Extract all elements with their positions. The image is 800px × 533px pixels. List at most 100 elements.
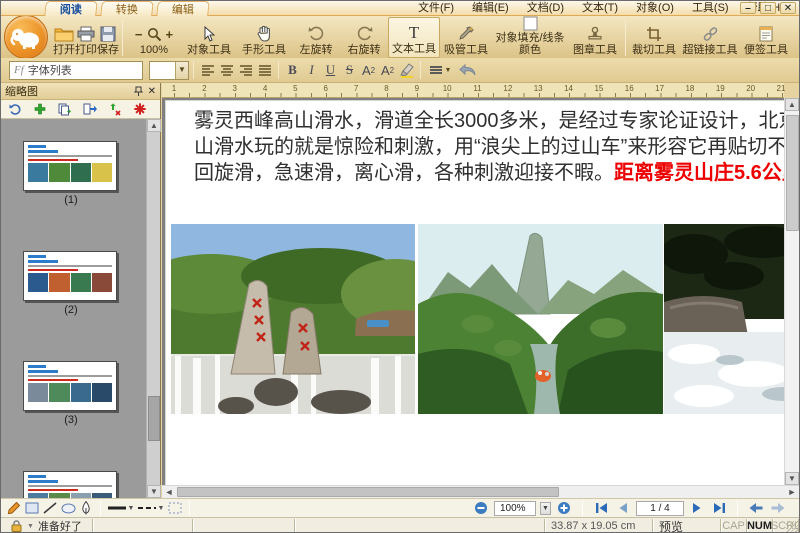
maximize-button[interactable]: □	[760, 2, 776, 14]
note-tool-button[interactable]: 便签工具	[741, 17, 791, 58]
chevron-down-icon[interactable]: ▼	[27, 523, 34, 530]
zoom-in-button[interactable]: +	[166, 29, 174, 41]
rectangle-tool-icon[interactable]	[23, 500, 41, 516]
thumbnail-page-preview[interactable]	[23, 361, 117, 411]
align-right-button[interactable]	[236, 61, 255, 80]
back-view-button[interactable]	[747, 500, 765, 516]
menu-item[interactable]: 编辑(E)	[463, 1, 518, 16]
font-list-combobox[interactable]: Ff 字体列表	[9, 61, 143, 80]
stamp-tool-button[interactable]: 图章工具	[568, 17, 622, 58]
thumbnail-scrollbar[interactable]: ▲ ▼	[146, 119, 160, 498]
strikethrough-button[interactable]: S	[340, 61, 359, 80]
object-tool-button[interactable]: 对象工具	[182, 17, 236, 58]
crop-tool-button[interactable]: 裁切工具	[629, 17, 679, 58]
add-page-icon[interactable]	[31, 101, 49, 117]
minimize-button[interactable]: –	[740, 2, 756, 14]
thumbnail-page-preview[interactable]	[23, 141, 117, 191]
copy-page-icon[interactable]	[56, 101, 74, 117]
menu-item[interactable]: 对象(O)	[627, 1, 683, 16]
page-indicator-box[interactable]: 1 / 4	[636, 501, 684, 516]
close-button[interactable]: ✕	[780, 2, 796, 14]
open-button[interactable]: 打开	[53, 17, 75, 58]
delete-page-icon[interactable]	[131, 101, 149, 117]
pen-tool-icon[interactable]	[77, 500, 95, 516]
last-page-button[interactable]	[710, 500, 728, 516]
thumbnail-item[interactable]: (3)	[23, 361, 119, 426]
document-viewport[interactable]: 雾灵西峰高山滑水，滑道全长3000多米，是经过专家论证设计，北京地区 山滑水玩的…	[162, 98, 784, 485]
first-page-button[interactable]	[592, 500, 610, 516]
menu-item[interactable]: 文档(D)	[518, 1, 573, 16]
fill-line-color-button[interactable]: 对象填充/线条 颜色	[492, 17, 568, 58]
document-text[interactable]: 雾灵西峰高山滑水，滑道全长3000多米，是经过专家论证设计，北京地区 山滑水玩的…	[194, 108, 784, 186]
thumbnail-page-preview[interactable]	[23, 251, 117, 301]
hyperlink-tool-button[interactable]: 超链接工具	[679, 17, 741, 58]
thumbnail-item[interactable]	[23, 471, 119, 498]
scroll-left-icon[interactable]: ◄	[162, 486, 176, 498]
align-center-button[interactable]	[217, 61, 236, 80]
replace-page-icon[interactable]	[106, 101, 124, 117]
prev-page-button[interactable]	[614, 500, 632, 516]
forward-view-button[interactable]	[769, 500, 787, 516]
align-justify-button[interactable]	[255, 61, 274, 80]
tab-edit[interactable]: 编辑	[156, 1, 210, 16]
hand-tool-button[interactable]: 手形工具	[236, 17, 292, 58]
photo-rocks-waterfall[interactable]	[171, 224, 415, 414]
tab-convert[interactable]: 转换	[100, 1, 154, 16]
menu-item[interactable]: 文本(T)	[573, 1, 627, 16]
vertical-scrollbar[interactable]: ▲ ▼	[784, 98, 799, 485]
save-button[interactable]: 保存	[97, 17, 119, 58]
scroll-right-icon[interactable]: ►	[785, 486, 799, 498]
photo-whitewater-raft[interactable]	[664, 224, 784, 414]
chevron-down-icon[interactable]: ▼	[175, 62, 188, 79]
superscript-button[interactable]: A2	[359, 61, 378, 80]
pencil-tool-icon[interactable]	[5, 500, 23, 516]
export-page-icon[interactable]	[81, 101, 99, 117]
line-style-dropdown[interactable]: ▼	[425, 61, 455, 80]
align-left-button[interactable]	[198, 61, 217, 80]
scrollbar-thumb[interactable]	[786, 115, 799, 231]
rotate-right-button[interactable]: 右旋转	[340, 17, 388, 58]
eyedropper-tool-button[interactable]: 吸管工具	[440, 17, 492, 58]
horizontal-scrollbar[interactable]: ◄ ►	[162, 485, 799, 498]
scroll-down-icon[interactable]: ▼	[147, 485, 161, 498]
line-tool-icon[interactable]	[41, 500, 59, 516]
chevron-down-icon[interactable]: ▼	[540, 502, 551, 515]
scrollbar-thumb[interactable]	[177, 487, 559, 497]
app-logo-elephant-icon[interactable]	[4, 16, 48, 58]
rotate-page-icon[interactable]	[6, 101, 24, 117]
undo-button[interactable]	[455, 61, 481, 80]
ellipse-tool-icon[interactable]	[59, 500, 77, 516]
font-size-combobox[interactable]: ▼	[149, 61, 189, 80]
rotate-left-button[interactable]: 左旋转	[292, 17, 340, 58]
zoom-value-box[interactable]: 100%	[494, 501, 536, 516]
resize-grip[interactable]	[786, 521, 799, 533]
italic-button[interactable]: I	[302, 61, 321, 80]
marquee-select-icon[interactable]	[166, 500, 184, 516]
preview-mode-cell[interactable]: 预览	[653, 519, 721, 533]
menu-item[interactable]: 工具(S)	[683, 1, 738, 16]
scroll-up-icon[interactable]: ▲	[147, 119, 161, 132]
panel-close-icon[interactable]: ✕	[148, 86, 156, 97]
zoom-out-button[interactable]: −	[135, 29, 143, 41]
scroll-down-icon[interactable]: ▼	[785, 472, 799, 485]
highlighter-button[interactable]	[397, 61, 416, 80]
subscript-button[interactable]: A2	[378, 61, 397, 80]
next-page-button[interactable]	[688, 500, 706, 516]
zoom-in-button[interactable]	[555, 500, 573, 516]
menu-item[interactable]: 文件(F)	[409, 1, 463, 16]
line-width-dropdown[interactable]: ▼	[106, 500, 136, 516]
print-button[interactable]: 打印	[75, 17, 97, 58]
underline-button[interactable]: U	[321, 61, 340, 80]
text-tool-button[interactable]: T 文本工具	[388, 17, 440, 58]
scrollbar-thumb[interactable]	[148, 396, 160, 441]
lock-icon[interactable]	[7, 518, 25, 533]
dash-style-dropdown[interactable]: ▼	[136, 500, 166, 516]
zoom-level-label[interactable]: 100%	[140, 44, 168, 56]
bold-button[interactable]: B	[283, 61, 302, 80]
photo-mountain-valley[interactable]	[418, 224, 663, 414]
document-page[interactable]: 雾灵西峰高山滑水，滑道全长3000多米，是经过专家论证设计，北京地区 山滑水玩的…	[165, 100, 784, 485]
thumbnail-item[interactable]: (1)	[23, 141, 119, 206]
zoom-out-button[interactable]	[472, 500, 490, 516]
thumbnail-page-preview[interactable]	[23, 471, 117, 498]
tab-read[interactable]: 阅读	[44, 1, 98, 16]
